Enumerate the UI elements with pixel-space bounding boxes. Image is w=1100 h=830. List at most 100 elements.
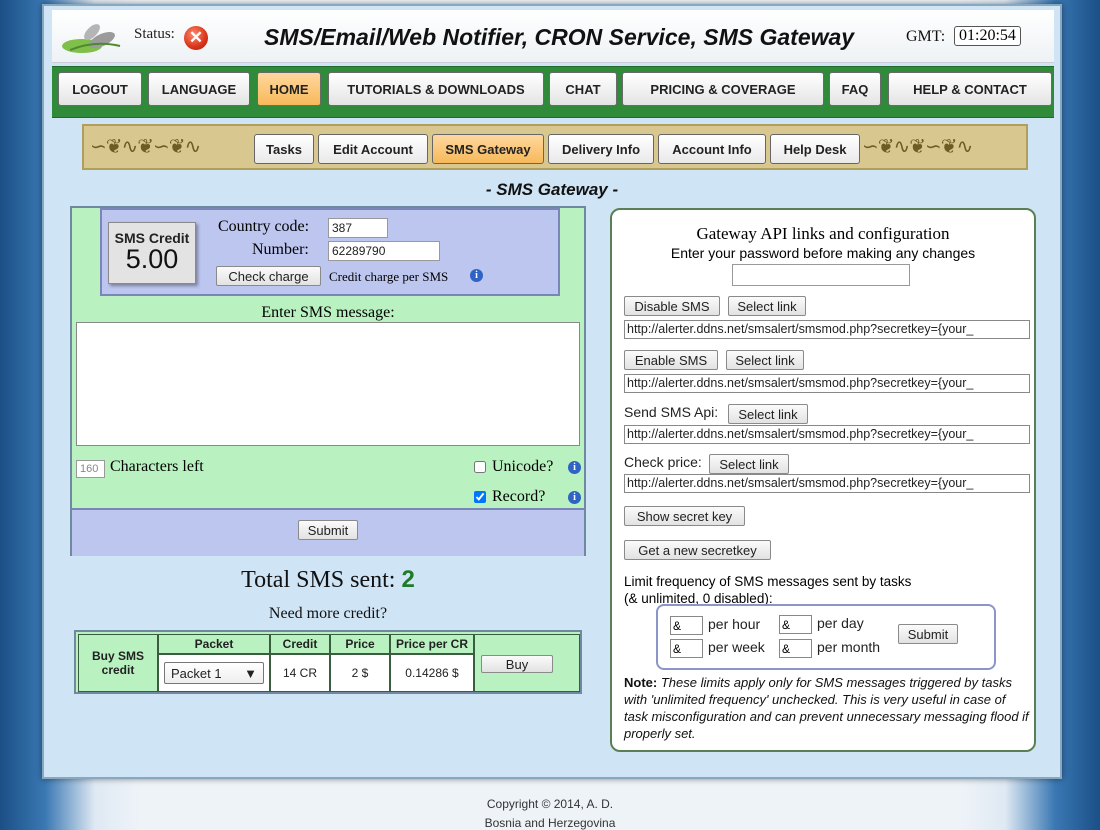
nav-language[interactable]: LANGUAGE <box>148 72 250 106</box>
header-bar: Status: ✕ SMS/Email/Web Notifier, CRON S… <box>52 10 1054 63</box>
leaf-logo-icon <box>62 24 121 53</box>
per-month-input[interactable] <box>779 639 812 658</box>
left-ornament-icon: ∽❦∿❦∽❦∿ <box>90 136 201 158</box>
enable-sms-button[interactable]: Enable SMS <box>624 350 718 370</box>
api-panel-title: Gateway API links and configuration <box>696 224 950 243</box>
subnav-tasks[interactable]: Tasks <box>254 134 314 164</box>
gmt-label: GMT: <box>906 28 946 45</box>
subnav-account-info[interactable]: Account Info <box>658 134 766 164</box>
total-sms-label: Total SMS sent: <box>241 567 396 593</box>
select-link-price-button[interactable]: Select link <box>709 454 789 474</box>
check-charge-button[interactable]: Check charge <box>216 266 321 286</box>
section-title: - SMS Gateway - <box>485 180 619 199</box>
disable-sms-url[interactable]: http://alerter.ddns.net/smsalert/smsmod.… <box>624 320 1030 339</box>
note-text: These limits apply only for SMS messages… <box>624 675 1029 741</box>
sms-submit-button[interactable]: Submit <box>298 520 358 540</box>
select-link-disable-button[interactable]: Select link <box>728 296 806 316</box>
sms-send-panel: SMS Credit 5.00 Country code: Number: Ch… <box>70 206 586 556</box>
footer-copyright: Copyright © 2014, A. D. <box>486 797 614 811</box>
check-price-url[interactable]: http://alerter.ddns.net/smsalert/smsmod.… <box>624 474 1030 493</box>
site-title: SMS/Email/Web Notifier, CRON Service, SM… <box>264 24 855 50</box>
new-secret-key-button[interactable]: Get a new secretkey <box>624 540 771 560</box>
credit-header: Credit <box>270 634 330 654</box>
submit-bar: Submit <box>72 508 584 556</box>
note-label: Note: <box>624 675 658 690</box>
limit-frequency-box: per hour per day per week per month Subm… <box>656 604 996 670</box>
subnav-help-desk[interactable]: Help Desk <box>770 134 860 164</box>
nav-home[interactable]: HOME <box>257 72 321 106</box>
per-week-input[interactable] <box>670 639 703 658</box>
limits-note: Note: These limits apply only for SMS me… <box>624 674 1030 742</box>
buy-button[interactable]: Buy <box>481 655 553 673</box>
dropdown-arrow-icon: ▼ <box>244 665 257 681</box>
check-price-label: Check price: <box>624 454 702 470</box>
disable-sms-button[interactable]: Disable SMS <box>624 296 720 316</box>
per-hour-label: per hour <box>708 616 761 632</box>
total-sms-sent: Total SMS sent: 2 <box>70 566 586 594</box>
api-config-panel: Gateway API links and configuration Ente… <box>610 208 1036 752</box>
nav-logout[interactable]: LOGOUT <box>58 72 142 106</box>
packet-header: Packet <box>158 634 270 654</box>
buy-sms-credit-label: Buy SMS credit <box>78 634 158 692</box>
chars-left-label: Characters left <box>110 458 204 475</box>
record-label: Record? <box>492 488 546 505</box>
send-sms-url[interactable]: http://alerter.ddns.net/smsalert/smsmod.… <box>624 425 1030 444</box>
enter-message-label: Enter SMS message: <box>261 304 395 321</box>
per-day-label: per day <box>817 615 864 631</box>
nav-chat[interactable]: CHAT <box>549 72 617 106</box>
subnav-sms-gateway[interactable]: SMS Gateway <box>432 134 544 164</box>
price-per-cr-cell: 0.14286 $ <box>390 654 474 692</box>
api-panel-subtitle: Enter your password before making any ch… <box>670 245 976 261</box>
right-ornament-icon: ∽❦∿❦∽❦∿ <box>862 136 973 158</box>
per-month-label: per month <box>817 639 881 655</box>
nav-pricing[interactable]: PRICING & COVERAGE <box>622 72 824 106</box>
packet-select[interactable]: Packet 1 ▼ <box>164 662 264 684</box>
country-code-input[interactable] <box>328 218 388 238</box>
error-x-icon: ✕ <box>184 26 208 50</box>
limit-title: Limit frequency of SMS messages sent by … <box>624 574 912 589</box>
limit-submit-button[interactable]: Submit <box>898 624 958 644</box>
buy-cell: Buy <box>474 634 580 692</box>
main-nav: LOGOUT LANGUAGE HOME TUTORIALS & DOWNLOA… <box>52 66 1054 118</box>
per-day-input[interactable] <box>779 615 812 634</box>
sub-nav: ∽❦∿❦∽❦∿ Tasks Edit Account SMS Gateway D… <box>82 124 1028 170</box>
credit-value-cell: 14 CR <box>270 654 330 692</box>
sms-message-textarea[interactable] <box>76 322 580 446</box>
subnav-delivery-info[interactable]: Delivery Info <box>548 134 654 164</box>
country-code-label: Country code: <box>218 218 310 235</box>
nav-faq[interactable]: FAQ <box>829 72 881 106</box>
number-input[interactable] <box>328 241 440 261</box>
unicode-checkbox[interactable] <box>474 461 486 473</box>
credit-box: SMS Credit 5.00 Country code: Number: Ch… <box>100 208 560 296</box>
credit-charge-text: Credit charge per SMS <box>329 269 449 284</box>
enable-sms-url[interactable]: http://alerter.ddns.net/smsalert/smsmod.… <box>624 374 1030 393</box>
footer-location: Bosnia and Herzegovina <box>484 816 616 830</box>
sms-credit-badge: SMS Credit 5.00 <box>108 222 196 284</box>
per-hour-input[interactable] <box>670 616 703 635</box>
credit-charge-info-icon[interactable]: i <box>470 269 483 282</box>
gmt-clock: 01:20:54 <box>954 26 1021 46</box>
need-more-credit: Need more credit? <box>268 605 388 622</box>
price-header: Price <box>330 634 390 654</box>
page-frame: Status: ✕ SMS/Email/Web Notifier, CRON S… <box>42 4 1062 779</box>
api-password-input[interactable] <box>732 264 910 286</box>
price-per-cr-header: Price per CR <box>390 634 474 654</box>
record-info-icon[interactable]: i <box>568 491 581 504</box>
total-sms-value: 2 <box>401 566 415 593</box>
nav-tutorials[interactable]: TUTORIALS & DOWNLOADS <box>328 72 544 106</box>
subnav-edit-account[interactable]: Edit Account <box>318 134 428 164</box>
select-link-send-button[interactable]: Select link <box>728 404 808 424</box>
send-sms-api-label: Send SMS Api: <box>624 404 719 420</box>
unicode-info-icon[interactable]: i <box>568 461 581 474</box>
sms-credit-value: 5.00 <box>125 244 179 274</box>
status-label: Status: <box>134 26 175 42</box>
price-value-cell: 2 $ <box>330 654 390 692</box>
record-checkbox[interactable] <box>474 491 486 503</box>
nav-help-contact[interactable]: HELP & CONTACT <box>888 72 1052 106</box>
packet-selected-value: Packet 1 <box>171 665 222 681</box>
show-secret-key-button[interactable]: Show secret key <box>624 506 745 526</box>
buy-credit-table: Buy SMS credit Packet Credit Price Price… <box>74 630 582 694</box>
per-week-label: per week <box>708 639 765 655</box>
packet-cell: Packet 1 ▼ <box>158 654 270 692</box>
select-link-enable-button[interactable]: Select link <box>726 350 804 370</box>
